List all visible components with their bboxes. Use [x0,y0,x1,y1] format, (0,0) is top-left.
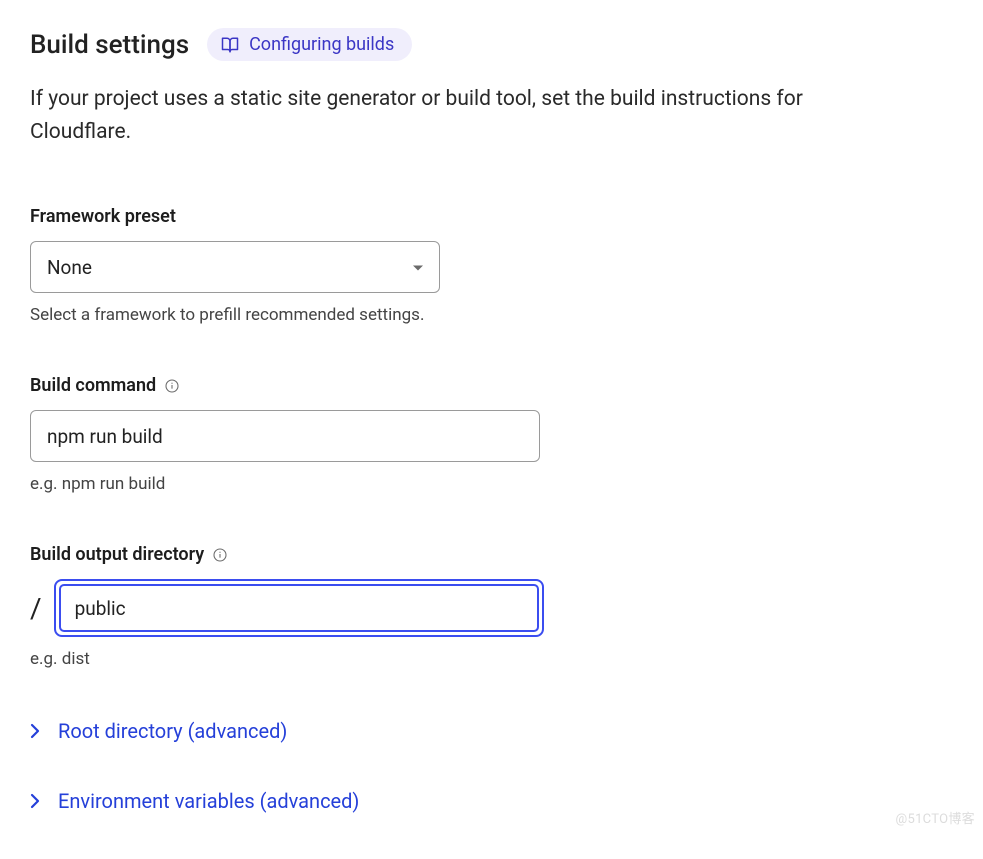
build-command-input[interactable] [30,410,540,462]
framework-preset-helper: Select a framework to prefill recommende… [30,305,953,325]
output-dir-input[interactable] [59,584,539,632]
info-icon[interactable] [164,378,180,394]
build-command-helper: e.g. npm run build [30,474,953,494]
docs-link-text: Configuring builds [249,34,394,55]
framework-preset-select[interactable]: None [30,241,440,293]
info-icon[interactable] [212,547,228,563]
path-prefix: / [30,592,42,625]
env-variables-label: Environment variables (advanced) [58,789,359,813]
chevron-right-icon [30,723,40,739]
framework-preset-label: Framework preset [30,206,176,227]
root-directory-label: Root directory (advanced) [58,719,287,743]
root-directory-toggle[interactable]: Root directory (advanced) [30,719,287,743]
build-settings-description: If your project uses a static site gener… [30,83,900,148]
framework-preset-value: None [47,256,92,279]
chevron-right-icon [30,793,40,809]
book-icon [221,36,239,54]
env-variables-toggle[interactable]: Environment variables (advanced) [30,789,359,813]
build-settings-title: Build settings [30,30,189,60]
configuring-builds-link[interactable]: Configuring builds [207,28,412,61]
output-dir-helper: e.g. dist [30,649,953,669]
output-dir-label: Build output directory [30,544,204,565]
watermark: @51CTO博客 [896,808,976,827]
build-command-label: Build command [30,375,156,396]
